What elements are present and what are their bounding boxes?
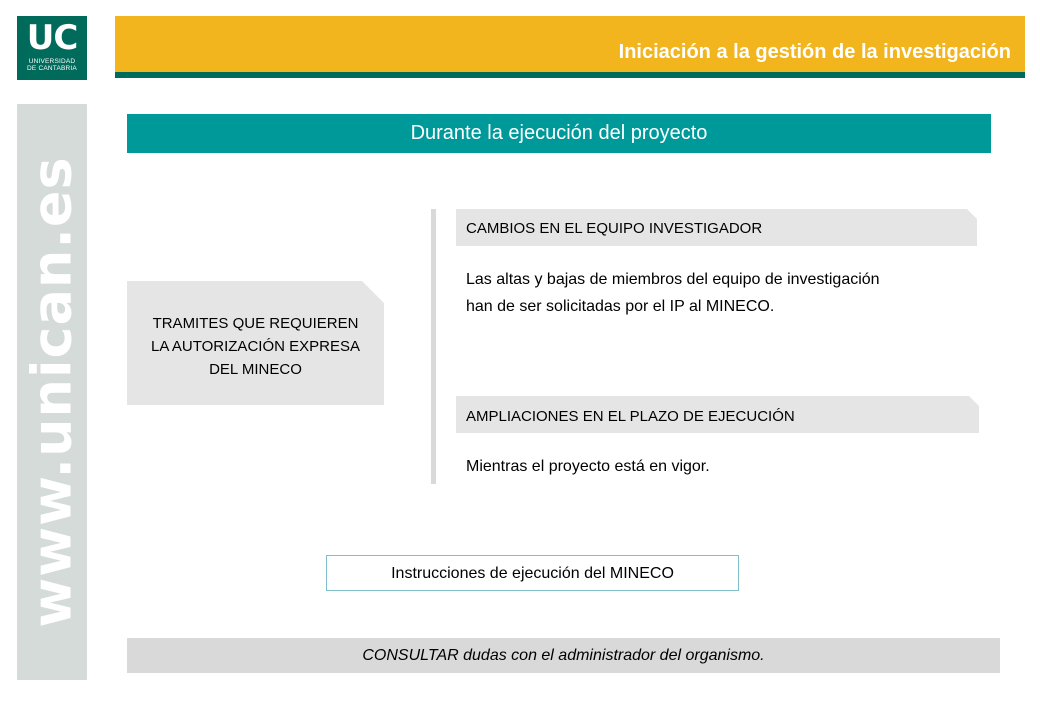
instructions-link[interactable]: Instrucciones de ejecución del MINECO [326,555,739,591]
section-title: Durante la ejecución del proyecto [127,114,991,153]
logo-mark: UC [26,18,79,58]
header-bar: Iniciación a la gestión de la investigac… [115,16,1025,72]
left-box-text: TRAMITES QUE REQUIEREN LA AUTORIZACIÓN E… [151,315,360,378]
logo-line-2: DE CANTABRIA [27,65,77,72]
side-strip: www.unican.es [17,104,87,680]
header-stripe [115,72,1025,78]
item-heading-team-changes: CAMBIOS EN EL EQUIPO INVESTIGADOR [456,209,977,246]
uc-logo: UC UNIVERSIDAD DE CANTABRIA [17,16,87,80]
item-body-team-changes: Las altas y bajas de miembros del equipo… [466,271,880,315]
header-title: Iniciación a la gestión de la investigac… [618,41,1011,63]
side-url: www.unican.es [20,156,84,628]
consult-banner: CONSULTAR dudas con el administrador del… [127,638,1000,673]
item-heading-deadline-extensions: AMPLIACIONES EN EL PLAZO DE EJECUCIÓN [456,396,979,433]
item-body-deadline-extensions: Mientras el proyecto está en vigor. [466,458,710,475]
vertical-divider [431,209,436,484]
logo-line-1: UNIVERSIDAD [28,58,76,65]
